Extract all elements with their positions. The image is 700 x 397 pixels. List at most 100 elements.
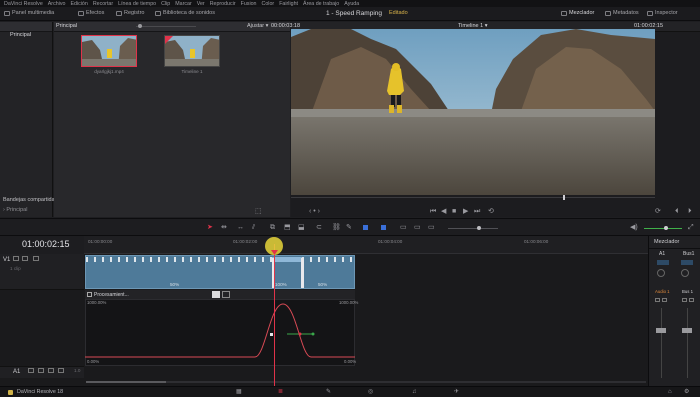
- replace-clip-icon[interactable]: ⬓: [298, 224, 305, 231]
- speed-point-2[interactable]: [301, 258, 304, 288]
- zoom-custom-icon[interactable]: ▭: [428, 224, 435, 231]
- linked-selection-icon[interactable]: ⛓: [332, 224, 341, 231]
- metadata-button[interactable]: Metadatos: [605, 10, 639, 16]
- mixer-ch2-input[interactable]: [681, 260, 693, 265]
- page-color-icon[interactable]: ◎: [368, 389, 373, 395]
- match-frame-icon[interactable]: ⟳: [655, 208, 661, 215]
- track-a1-lock-icon[interactable]: [28, 368, 34, 373]
- next-edit-icon[interactable]: ⏵: [688, 208, 692, 215]
- overwrite-clip-icon[interactable]: ⬒: [284, 224, 291, 231]
- track-v1-lock-icon[interactable]: [13, 256, 19, 261]
- position-lock-icon[interactable]: ✎: [346, 224, 352, 231]
- mixer-ch1-solo[interactable]: [655, 298, 660, 302]
- speed-label-3[interactable]: 50%: [318, 282, 327, 288]
- skip-end-icon[interactable]: ⏭: [474, 208, 480, 215]
- mixer-ch1-input[interactable]: [657, 260, 669, 265]
- page-edit-icon[interactable]: ≣: [278, 389, 283, 395]
- jog-icon[interactable]: ‹ • ›: [309, 208, 320, 215]
- retime-curve-title[interactable]: Procesamient...: [94, 293, 129, 298]
- menu-app[interactable]: DaVinci Resolve: [4, 1, 43, 7]
- menu-timeline[interactable]: Línea de tiempo: [118, 1, 156, 7]
- page-fairlight-icon[interactable]: ♫: [412, 389, 417, 395]
- menu-help[interactable]: Ayuda: [344, 1, 359, 7]
- insert-clip-icon[interactable]: ⧉: [270, 224, 275, 231]
- page-fusion-icon[interactable]: ✎: [326, 389, 331, 395]
- dynamic-trim-icon[interactable]: ↔: [237, 224, 244, 231]
- track-v1-monitor-icon[interactable]: [33, 256, 39, 261]
- bin-master[interactable]: Principal: [10, 32, 31, 39]
- trim-tool-icon[interactable]: ⇹: [221, 224, 227, 231]
- mixer-ch2-mute[interactable]: [689, 298, 694, 302]
- speed-label-2[interactable]: 100%: [275, 282, 287, 288]
- track-a1-mute-icon[interactable]: [58, 368, 64, 373]
- page-deliver-icon[interactable]: ✈: [454, 389, 459, 395]
- flag-icon[interactable]: [363, 225, 368, 230]
- media-pool-button[interactable]: Panel multimedia: [4, 10, 54, 16]
- mixer-ch1-fader-track[interactable]: [661, 308, 662, 378]
- menu-color[interactable]: Color: [262, 1, 275, 7]
- fullscreen-icon[interactable]: ⤢: [688, 224, 694, 231]
- blade-tool-icon[interactable]: ⫽: [252, 224, 255, 231]
- play-icon[interactable]: ▶: [463, 208, 468, 215]
- menu-workspace[interactable]: Área de trabajo: [303, 1, 339, 7]
- speaker-icon[interactable]: ◀): [630, 224, 638, 231]
- project-manager-icon[interactable]: ⌂: [668, 389, 672, 395]
- timeline-ruler[interactable]: [84, 236, 648, 254]
- speed-label-1[interactable]: 50%: [170, 282, 179, 288]
- media-clip-2[interactable]: [164, 35, 220, 67]
- mixer-ch1-pan-knob[interactable]: [657, 269, 665, 277]
- selection-tool-icon[interactable]: ➤: [207, 224, 213, 231]
- play-reverse-icon[interactable]: ◀: [441, 208, 446, 215]
- sound-library-button[interactable]: Biblioteca de sonidos: [155, 10, 215, 16]
- snapping-icon[interactable]: ⊂: [316, 224, 322, 231]
- volume-slider[interactable]: [644, 228, 682, 229]
- marker-icon[interactable]: [381, 225, 386, 230]
- timeline-scrollbar-thumb[interactable]: [86, 381, 166, 383]
- viewer-zoom[interactable]: Ajustar ▾: [247, 23, 268, 30]
- media-clip-1[interactable]: [81, 35, 137, 67]
- prev-edit-icon[interactable]: ⏴: [675, 208, 679, 215]
- retime-curve-toggle[interactable]: [212, 291, 220, 298]
- menu-mark[interactable]: Marcar: [175, 1, 191, 7]
- track-a1-solo-icon[interactable]: [48, 368, 54, 373]
- menu-file[interactable]: Archivo: [48, 1, 66, 7]
- viewer-scrubber-handle[interactable]: [563, 195, 565, 200]
- timeline-zoom-handle[interactable]: [477, 226, 481, 230]
- viewer-scrubber[interactable]: [291, 197, 655, 198]
- retime-menu-icon[interactable]: [87, 292, 92, 297]
- volume-handle[interactable]: [664, 226, 668, 230]
- mixer-button[interactable]: Mezclador: [561, 10, 594, 16]
- menu-edit[interactable]: Edición: [70, 1, 87, 7]
- stop-icon[interactable]: ■: [452, 208, 456, 215]
- mixer-ch2-solo[interactable]: [682, 298, 687, 302]
- timeline-zoom-slider[interactable]: [448, 228, 498, 229]
- menu-playback[interactable]: Reproducir: [210, 1, 236, 7]
- loop-icon[interactable]: ⟲: [488, 208, 494, 215]
- speed-curve[interactable]: [85, 300, 355, 366]
- menu-fairlight[interactable]: Fairlight: [279, 1, 298, 7]
- mixer-ch2-pan-knob[interactable]: [681, 269, 689, 277]
- viewer-options-icon[interactable]: ⬚: [255, 208, 262, 215]
- timeline-clip-v1[interactable]: [85, 255, 355, 289]
- mixer-ch2-fader-track[interactable]: [687, 308, 688, 378]
- zoom-slider-handle[interactable]: [138, 24, 142, 28]
- retime-curve-close[interactable]: [222, 291, 230, 298]
- effects-button[interactable]: Efectos: [78, 10, 104, 16]
- mixer-ch1-mute[interactable]: [662, 298, 667, 302]
- zoom-full-icon[interactable]: ▭: [400, 224, 407, 231]
- skip-start-icon[interactable]: ⏮: [430, 208, 436, 215]
- timeline-scrollbar[interactable]: [86, 381, 646, 383]
- track-v1-camera-icon[interactable]: [22, 256, 28, 261]
- mixer-ch1-fader[interactable]: [656, 328, 666, 333]
- inspector-button[interactable]: Inspector: [647, 10, 678, 16]
- shared-bin-master[interactable]: › Principal: [3, 207, 27, 214]
- settings-gear-icon[interactable]: ⚙: [684, 389, 689, 395]
- menu-view[interactable]: Ver: [197, 1, 205, 7]
- page-media-icon[interactable]: ▦: [236, 389, 242, 395]
- menu-fusion[interactable]: Fusion: [241, 1, 257, 7]
- mixer-ch2-fader[interactable]: [682, 328, 692, 333]
- track-a1-auto-icon[interactable]: [38, 368, 44, 373]
- zoom-detail-icon[interactable]: ▭: [414, 224, 421, 231]
- zoom-slider[interactable]: [136, 26, 196, 27]
- index-button[interactable]: Registro: [116, 10, 144, 16]
